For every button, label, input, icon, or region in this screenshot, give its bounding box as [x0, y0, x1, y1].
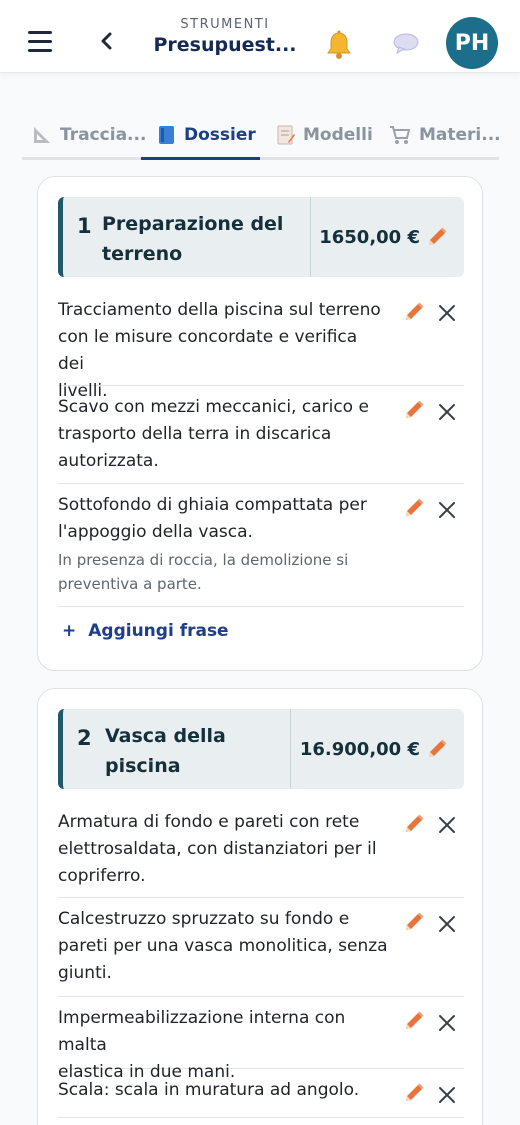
list-item: Calcestruzzo spruzzato su fondo e pareti… — [58, 898, 464, 997]
cart-icon — [390, 126, 411, 144]
phrase-line: con le misure concordate e verifica dei — [58, 327, 358, 374]
phrase-line: Scala: scala in muratura ad angolo. — [58, 1080, 360, 1100]
back-chevron-icon[interactable] — [96, 30, 118, 52]
section-title[interactable]: Preparazione del terreno — [102, 209, 283, 269]
section-title[interactable]: Vasca della piscina — [105, 721, 226, 781]
tab-dossier[interactable]: Dossier — [158, 113, 256, 157]
tab-label: Dossier — [184, 125, 256, 145]
phrase-text[interactable]: Scala: scala in muratura ad angolo. — [58, 1077, 388, 1104]
section-title-line: Preparazione del — [102, 213, 284, 235]
phrase-line: copriferro. — [58, 866, 146, 886]
tab-bar: Traccia... Dossier Modelli Materi... — [22, 113, 501, 160]
phrase-text[interactable]: Calcestruzzo spruzzato su fondo e pareti… — [58, 906, 388, 987]
phrase-text[interactable]: Sottofondo di ghiaia compattata per l'ap… — [58, 492, 388, 546]
section-number: 1 — [77, 214, 92, 238]
phrase-line: Scavo con mezzi meccanici, carico e — [58, 397, 369, 417]
section-divider — [310, 197, 311, 277]
phrase-line: Calcestruzzo spruzzato su fondo e — [58, 909, 350, 929]
pencil-icon[interactable] — [403, 911, 425, 933]
tab-traccia[interactable]: Traccia... — [32, 113, 146, 157]
pencil-icon[interactable] — [403, 497, 425, 519]
section-card: 1 Preparazione del terreno 1650,00 € Tra… — [37, 176, 483, 671]
phrase-line: Tracciamento della piscina sul terreno — [58, 300, 381, 320]
list-item: Armatura di fondo e pareti con rete elet… — [58, 797, 464, 898]
tab-modelli[interactable]: Modelli — [277, 113, 373, 157]
phrase-line: l'appoggio della vasca. — [58, 522, 253, 542]
section-amount: 1650,00 € — [319, 227, 420, 248]
active-tab-indicator — [141, 157, 260, 160]
section-title-line: terreno — [102, 243, 183, 265]
phrase-line: autorizzata. — [58, 451, 159, 471]
section-amount: 16.900,00 € — [299, 739, 420, 760]
top-app-bar: STRUMENTI Presupuest... PH — [0, 0, 520, 73]
list-item: Tracciamento della piscina sul terreno c… — [58, 285, 464, 401]
pencil-icon[interactable] — [403, 399, 425, 421]
pencil-icon[interactable] — [403, 1010, 425, 1032]
list-item: Scala: scala in muratura ad angolo. — [58, 1069, 464, 1118]
phrase-line: elettrosaldata, con distanziatori per il — [58, 839, 377, 859]
section-card: 2 Vasca della piscina 16.900,00 € Armatu… — [37, 688, 483, 1125]
chat-bubble-icon[interactable] — [392, 32, 420, 56]
blue-book-icon — [159, 126, 174, 144]
pencil-icon[interactable] — [403, 813, 425, 835]
phrase-line: Impermeabilizzazione interna con malta — [58, 1008, 346, 1055]
close-icon[interactable] — [438, 816, 456, 834]
tab-materiali[interactable]: Materi... — [389, 113, 501, 157]
phrase-line: pareti per una vasca monolitica, senza — [58, 936, 388, 956]
section-number: 2 — [77, 726, 92, 750]
bell-icon[interactable] — [325, 30, 353, 60]
phrase-text[interactable]: Armatura di fondo e pareti con rete elet… — [58, 809, 388, 890]
close-icon[interactable] — [438, 304, 456, 322]
tab-label: Modelli — [303, 125, 373, 145]
section-header: 1 Preparazione del terreno 1650,00 € — [58, 197, 464, 277]
page-title-block: STRUMENTI Presupuest... — [150, 17, 300, 56]
phrase-line: Sottofondo di ghiaia compattata per — [58, 495, 367, 515]
phrase-line: giunti. — [58, 963, 112, 983]
tab-label: Materi... — [419, 125, 501, 145]
pencil-icon[interactable] — [426, 738, 448, 760]
ruler-triangle-icon — [34, 127, 50, 143]
tab-label: Traccia... — [60, 125, 147, 145]
close-icon[interactable] — [438, 403, 456, 421]
page-title: Presupuest... — [153, 34, 297, 56]
phrase-text[interactable]: Scavo con mezzi meccanici, carico e tras… — [58, 394, 388, 475]
close-icon[interactable] — [438, 915, 456, 933]
list-item: Sottofondo di ghiaia compattata per l'ap… — [58, 484, 464, 607]
section-title-line: piscina — [105, 755, 181, 777]
section-header: 2 Vasca della piscina 16.900,00 € — [58, 709, 464, 789]
note-line: preventiva a parte. — [58, 575, 202, 593]
avatar[interactable]: PH — [446, 17, 498, 69]
memo-icon — [277, 125, 295, 145]
close-icon[interactable] — [438, 501, 456, 519]
section-divider — [290, 709, 291, 789]
close-icon[interactable] — [438, 1014, 456, 1032]
pencil-icon[interactable] — [426, 226, 448, 248]
page-kicker: STRUMENTI — [180, 17, 270, 32]
plus-icon: + — [62, 621, 77, 641]
menu-icon[interactable] — [28, 31, 52, 52]
pencil-icon[interactable] — [403, 301, 425, 323]
phrase-note: In presenza di roccia, la demolizione si… — [58, 548, 388, 596]
phrase-line: Armatura di fondo e pareti con rete — [58, 812, 360, 832]
list-item: Scavo con mezzi meccanici, carico e tras… — [58, 386, 464, 484]
pencil-icon[interactable] — [403, 1082, 425, 1104]
add-phrase-button[interactable]: + Aggiungi frase — [62, 621, 229, 641]
phrase-line: trasporto della terra in discarica — [58, 424, 332, 444]
note-line: In presenza di roccia, la demolizione si — [58, 551, 349, 569]
close-icon[interactable] — [438, 1086, 456, 1104]
section-title-line: Vasca della — [105, 725, 226, 747]
list-item: Impermeabilizzazione interna con malta e… — [58, 997, 464, 1082]
add-phrase-label: Aggiungi frase — [88, 621, 229, 641]
